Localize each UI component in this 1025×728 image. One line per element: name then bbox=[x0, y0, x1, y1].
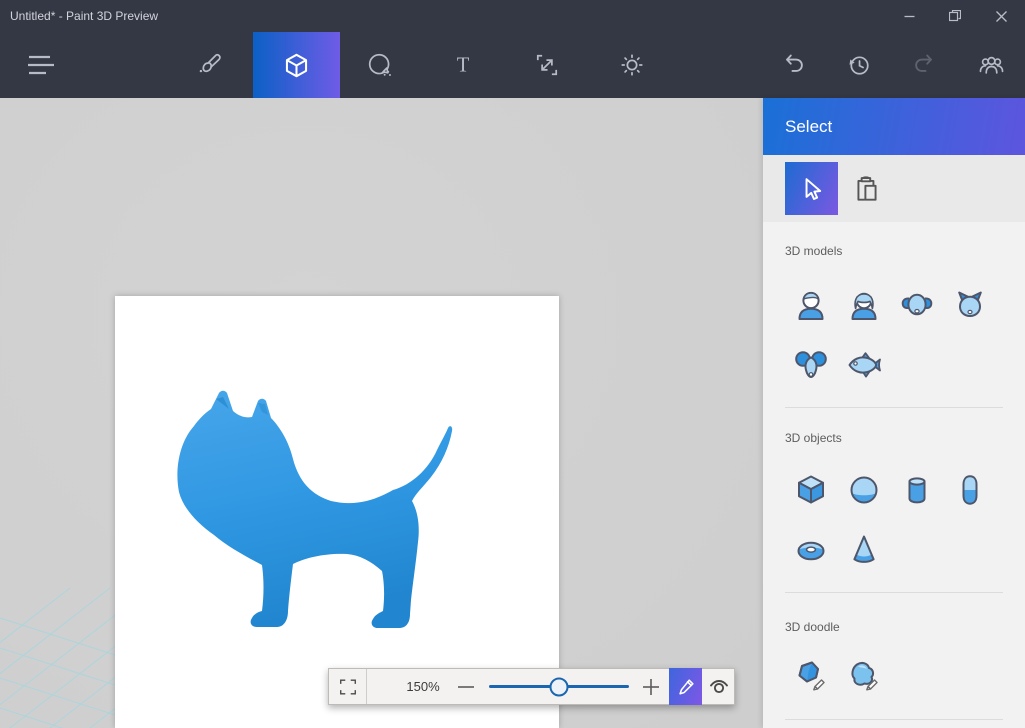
cylinder-icon bbox=[899, 472, 935, 508]
zoom-slider-thumb[interactable] bbox=[550, 677, 569, 696]
zoom-fit-button[interactable] bbox=[329, 669, 367, 704]
3d-cube-icon bbox=[283, 52, 310, 79]
panel-title: Select bbox=[785, 98, 832, 155]
sun-effects-icon bbox=[619, 52, 645, 78]
window-title: Untitled* - Paint 3D Preview bbox=[10, 0, 158, 32]
section-label-3d-doodle: 3D doodle bbox=[785, 620, 840, 634]
people-icon bbox=[978, 52, 1005, 79]
history-clock-icon bbox=[846, 52, 872, 78]
cube-icon bbox=[793, 472, 829, 508]
man-icon bbox=[793, 288, 829, 324]
cat-icon bbox=[952, 288, 988, 324]
paste-button[interactable] bbox=[847, 162, 887, 215]
redo-button[interactable] bbox=[901, 32, 949, 98]
stickers-tab[interactable] bbox=[356, 32, 404, 98]
soft-doodle-icon bbox=[845, 657, 883, 695]
sticker-icon bbox=[367, 52, 393, 78]
select-cursor-button[interactable] bbox=[785, 162, 838, 215]
zoom-bar: 150% bbox=[328, 668, 735, 705]
model-dog-button[interactable] bbox=[897, 286, 937, 326]
panel-header: Select bbox=[763, 98, 1025, 155]
divider bbox=[785, 592, 1003, 593]
zoom-in-button[interactable] bbox=[639, 669, 663, 704]
close-button[interactable] bbox=[978, 0, 1024, 32]
cone-icon bbox=[846, 532, 882, 568]
history-button[interactable] bbox=[835, 32, 883, 98]
brush-mode-toggle[interactable] bbox=[669, 668, 702, 705]
eye-icon bbox=[708, 676, 730, 698]
minus-icon bbox=[457, 678, 475, 696]
object-cube-button[interactable] bbox=[791, 470, 831, 510]
brushes-tab[interactable] bbox=[186, 32, 234, 98]
object-capsule-button[interactable] bbox=[950, 470, 990, 510]
mouse-icon bbox=[793, 347, 829, 383]
svg-text:T: T bbox=[457, 55, 470, 77]
sphere-icon bbox=[846, 472, 882, 508]
title-bar: Untitled* - Paint 3D Preview bbox=[0, 0, 1025, 32]
fit-to-view-icon bbox=[338, 677, 358, 697]
select-panel: Select 3D models bbox=[763, 98, 1025, 728]
model-mouse-button[interactable] bbox=[791, 345, 831, 385]
paste-icon bbox=[853, 174, 881, 204]
sharp-doodle-icon bbox=[792, 657, 830, 695]
panel-tools-row bbox=[763, 155, 1025, 222]
section-label-3d-objects: 3D objects bbox=[785, 431, 842, 445]
main-toolbar: T bbox=[0, 32, 1025, 98]
cursor-arrow-icon bbox=[801, 177, 823, 201]
paint3d-window: Untitled* - Paint 3D Preview bbox=[0, 0, 1025, 728]
zoom-level-value: 150% bbox=[387, 669, 459, 704]
redo-icon bbox=[912, 52, 938, 78]
menu-button[interactable] bbox=[17, 32, 65, 98]
3d-shapes-tab[interactable] bbox=[253, 32, 340, 98]
text-icon: T bbox=[450, 52, 476, 78]
minimize-button[interactable] bbox=[886, 0, 932, 32]
view-3d-button[interactable] bbox=[702, 669, 735, 704]
pen-icon bbox=[676, 677, 696, 697]
remix-3d-button[interactable] bbox=[967, 32, 1015, 98]
divider bbox=[785, 719, 1003, 720]
fish-icon bbox=[846, 347, 882, 383]
model-man-button[interactable] bbox=[791, 286, 831, 326]
restore-button[interactable] bbox=[932, 0, 978, 32]
section-label-3d-models: 3D models bbox=[785, 244, 842, 258]
canvas-tab[interactable] bbox=[523, 32, 571, 98]
undo-icon bbox=[780, 52, 806, 78]
doodle-soft-button[interactable] bbox=[844, 656, 884, 696]
cat-3d-model[interactable] bbox=[115, 296, 559, 728]
object-sphere-button[interactable] bbox=[844, 470, 884, 510]
drawing-canvas[interactable] bbox=[115, 296, 559, 728]
woman-icon bbox=[846, 288, 882, 324]
plus-icon bbox=[642, 678, 660, 696]
canvas-expand-icon bbox=[534, 52, 560, 78]
brush-icon bbox=[197, 52, 223, 78]
object-torus-button[interactable] bbox=[791, 530, 831, 570]
object-cylinder-button[interactable] bbox=[897, 470, 937, 510]
undo-button[interactable] bbox=[769, 32, 817, 98]
zoom-out-button[interactable] bbox=[454, 669, 478, 704]
restore-icon bbox=[949, 10, 961, 22]
effects-tab[interactable] bbox=[608, 32, 656, 98]
torus-icon bbox=[793, 532, 829, 568]
object-cone-button[interactable] bbox=[844, 530, 884, 570]
menu-icon bbox=[27, 54, 55, 76]
capsule-icon bbox=[952, 472, 988, 508]
text-tab[interactable]: T bbox=[439, 32, 487, 98]
divider bbox=[785, 407, 1003, 408]
model-cat-button[interactable] bbox=[950, 286, 990, 326]
dog-icon bbox=[899, 288, 935, 324]
zoom-slider-track[interactable] bbox=[489, 685, 629, 688]
doodle-sharp-button[interactable] bbox=[791, 656, 831, 696]
minimize-icon bbox=[904, 11, 915, 22]
close-icon bbox=[996, 11, 1007, 22]
model-fish-button[interactable] bbox=[844, 345, 884, 385]
model-woman-button[interactable] bbox=[844, 286, 884, 326]
